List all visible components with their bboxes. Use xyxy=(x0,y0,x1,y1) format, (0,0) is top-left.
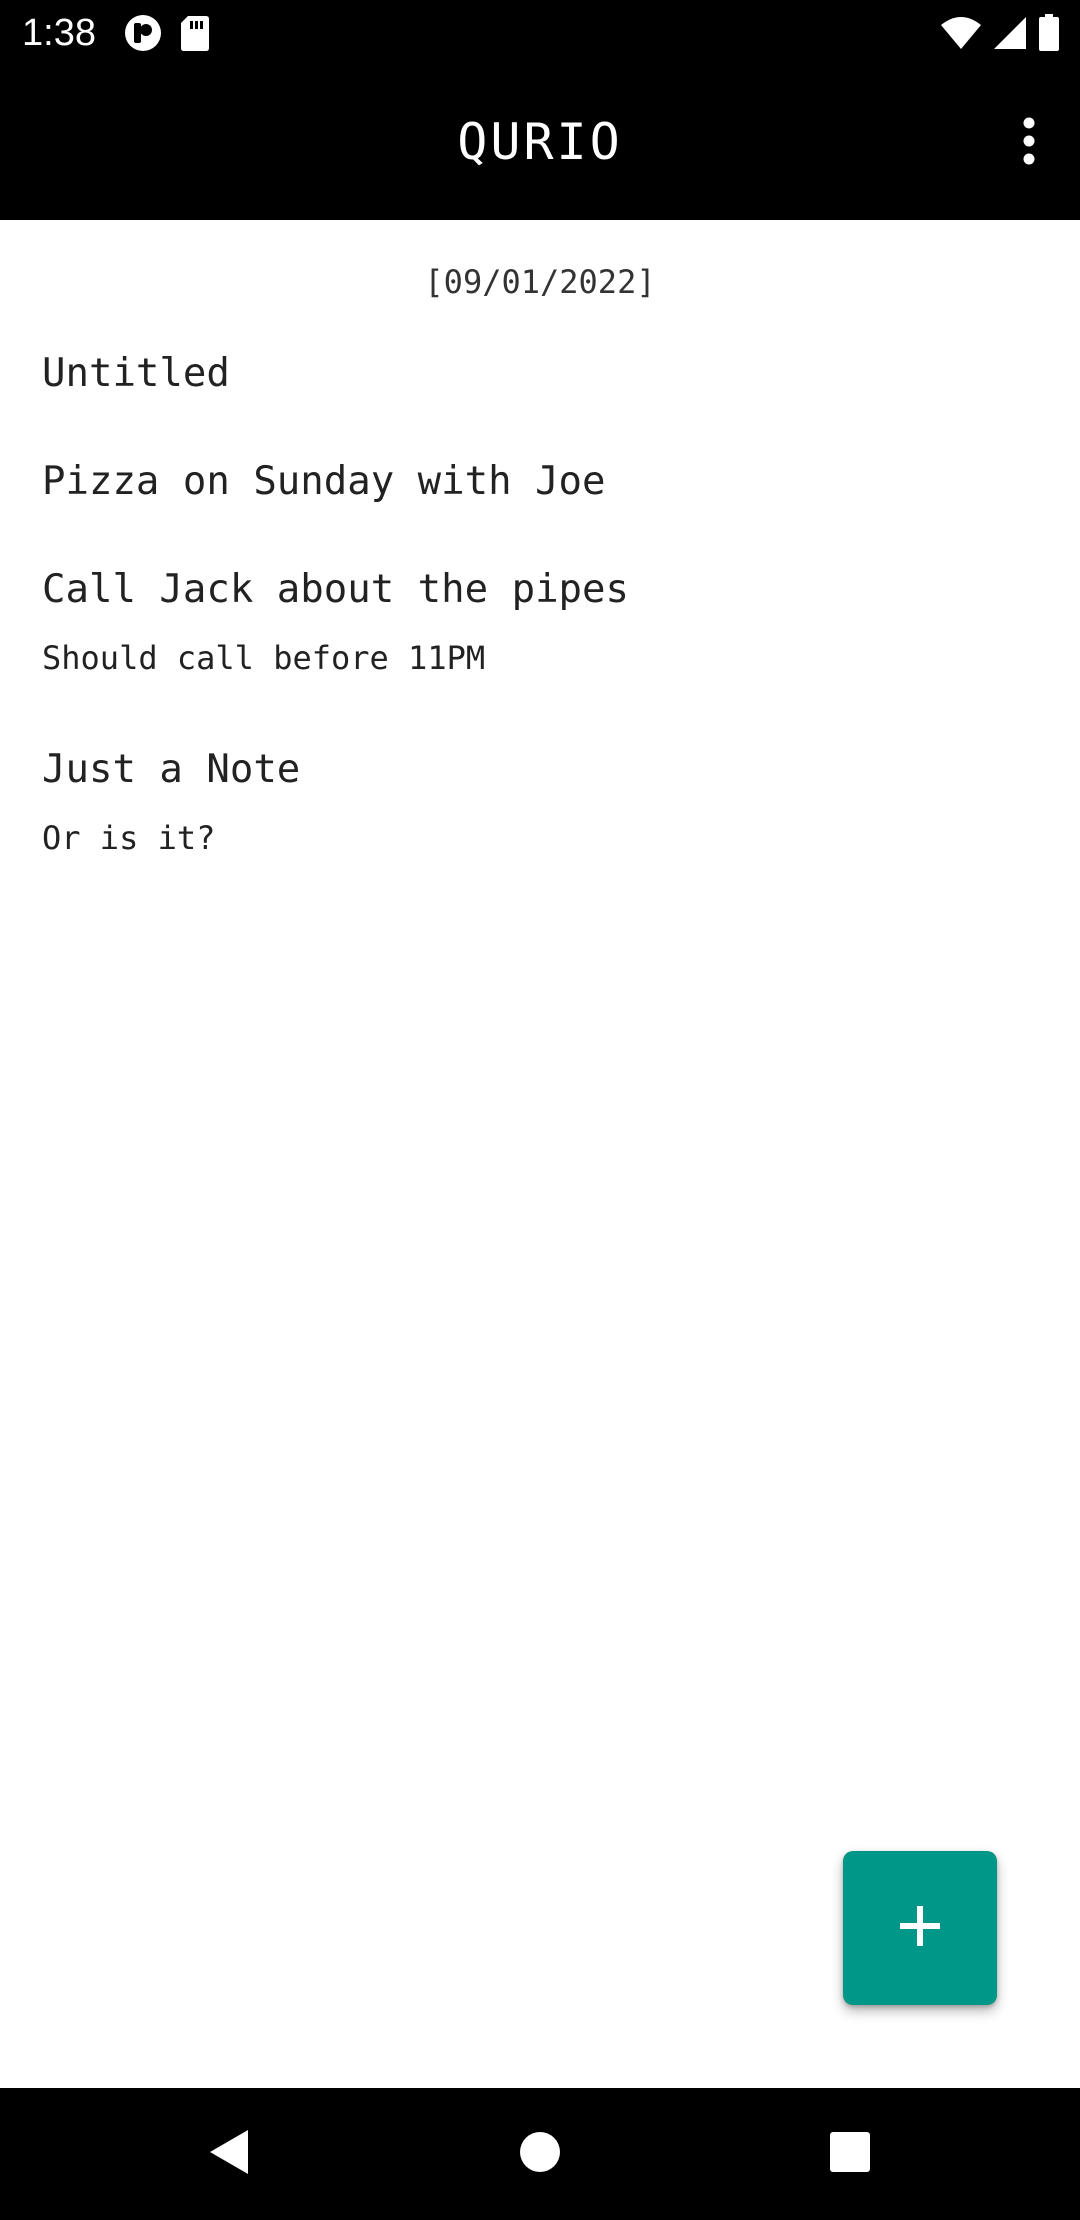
plus-icon xyxy=(898,1904,942,1952)
note-body: Should call before 11PM xyxy=(42,639,486,677)
status-right-icons xyxy=(940,14,1060,56)
add-note-button[interactable] xyxy=(843,1851,997,2005)
note-item[interactable]: Untitled xyxy=(42,350,1042,398)
screen: 1:38 QURIO [09/01/2022] Untitled Pizza o… xyxy=(0,0,1080,2220)
app-bar: QURIO xyxy=(0,66,1080,220)
recents-icon xyxy=(828,2130,872,2178)
status-bar: 1:38 xyxy=(0,0,1080,66)
sd-card-icon xyxy=(180,14,210,56)
status-left-icons xyxy=(124,14,210,56)
status-time: 1:38 xyxy=(22,12,96,54)
note-title: Just a Note xyxy=(42,747,301,792)
back-button[interactable] xyxy=(196,2122,260,2186)
note-item[interactable]: Just a Note Or is it? xyxy=(42,746,1042,858)
wifi-icon xyxy=(940,15,982,55)
app-notification-icon xyxy=(124,14,162,56)
recents-button[interactable] xyxy=(818,2122,882,2186)
note-body: Or is it? xyxy=(42,819,216,857)
home-button[interactable] xyxy=(508,2122,572,2186)
app-title: QURIO xyxy=(457,113,623,171)
date-header: [09/01/2022] xyxy=(424,263,656,301)
battery-icon xyxy=(1038,14,1060,56)
note-title: Pizza on Sunday with Joe xyxy=(42,459,606,504)
note-item[interactable]: Call Jack about the pipes Should call be… xyxy=(42,566,1042,678)
overflow-menu-button[interactable] xyxy=(994,108,1064,178)
note-title: Call Jack about the pipes xyxy=(42,567,629,612)
home-icon xyxy=(518,2130,562,2178)
back-icon xyxy=(206,2128,250,2180)
note-title: Untitled xyxy=(42,351,230,396)
note-item[interactable]: Pizza on Sunday with Joe xyxy=(42,458,1042,506)
more-vert-icon xyxy=(1022,117,1036,169)
system-nav-bar xyxy=(0,2088,1080,2220)
cell-signal-icon xyxy=(992,15,1028,55)
